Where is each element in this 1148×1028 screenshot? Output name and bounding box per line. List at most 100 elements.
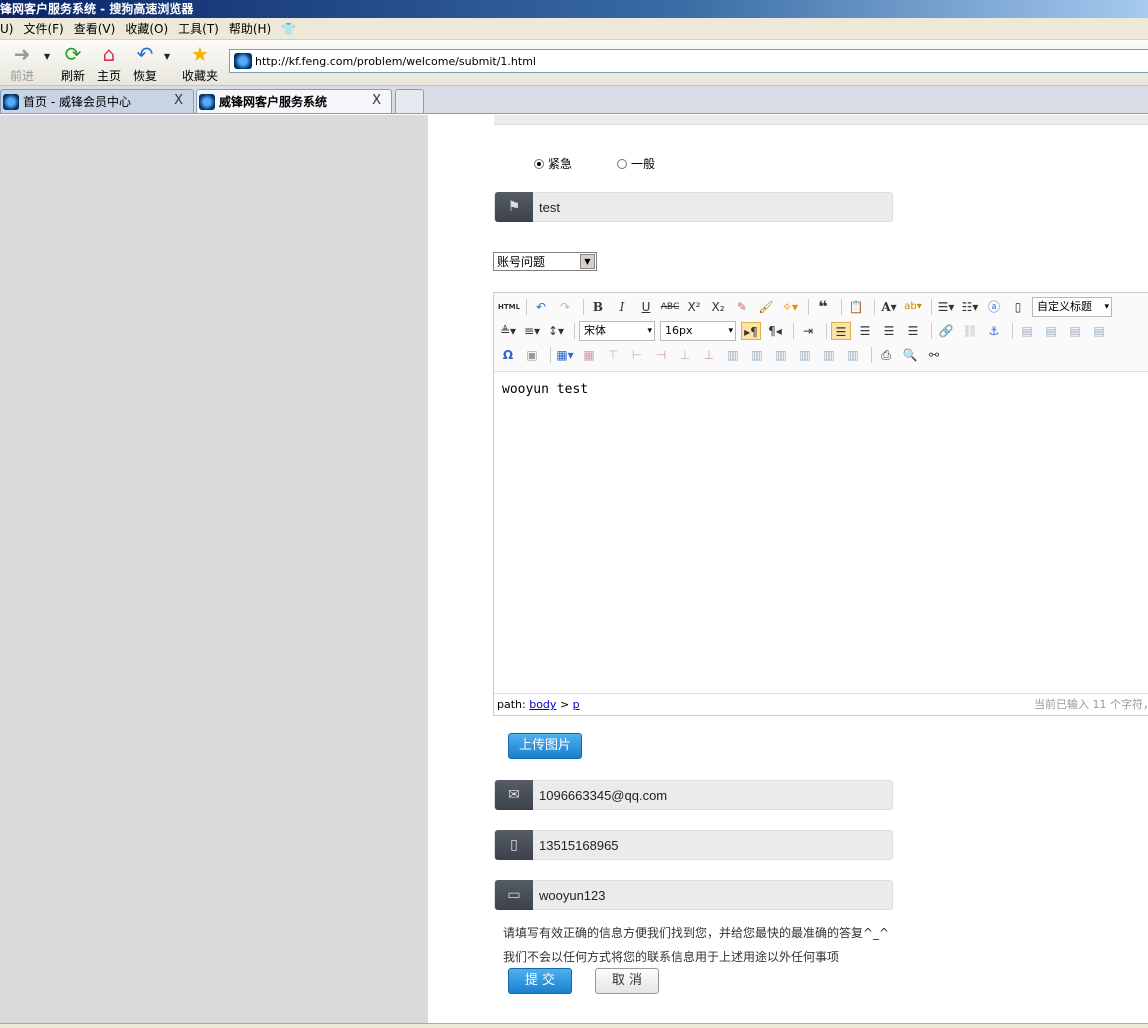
menu-item-file[interactable]: 文件(F): [23, 20, 63, 37]
image-none-icon[interactable]: ▤: [1017, 322, 1037, 340]
favorites-button[interactable]: ★ 收藏夹: [178, 42, 222, 84]
subscript-icon[interactable]: X₂: [708, 298, 728, 316]
chevron-down-icon[interactable]: ▼: [580, 254, 595, 269]
upload-image-button[interactable]: 上传图片: [508, 733, 582, 759]
new-tab-button[interactable]: [395, 89, 424, 113]
tab-bar: 首页 - 威锋会员中心 X 威锋网客户服务系统 X: [0, 86, 1148, 114]
image-icon[interactable]: ▣: [522, 346, 542, 364]
insert-col-icon[interactable]: ⊥: [675, 346, 695, 364]
split-rows-icon[interactable]: ▥: [819, 346, 839, 364]
tab-customer-service[interactable]: 威锋网客户服务系统 X: [196, 89, 392, 113]
rtl-icon[interactable]: ¶◂: [765, 322, 785, 340]
category-select[interactable]: 账号问题 ▼: [493, 252, 597, 271]
home-button[interactable]: ⌂ 主页: [89, 42, 129, 84]
image-left-icon[interactable]: ▤: [1041, 322, 1061, 340]
merge-cells-icon[interactable]: ▥: [723, 346, 743, 364]
ltr-icon[interactable]: ▸¶: [741, 322, 761, 340]
close-icon[interactable]: X: [174, 93, 183, 108]
image-right-icon[interactable]: ▤: [1065, 322, 1085, 340]
select-all-icon[interactable]: ⓐ: [984, 298, 1004, 316]
redo-icon[interactable]: ↷: [555, 298, 575, 316]
address-url[interactable]: http://kf.feng.com/problem/welcome/submi…: [255, 55, 536, 68]
link-icon[interactable]: 🔗: [936, 322, 956, 340]
anchor-icon[interactable]: ⚓: [984, 322, 1004, 340]
restore-button[interactable]: ↶ 恢复: [125, 42, 165, 84]
clear-doc-icon[interactable]: ▯: [1008, 298, 1028, 316]
paste-icon[interactable]: 📋: [846, 298, 866, 316]
align-justify-icon[interactable]: ☰: [903, 322, 923, 340]
align-right-icon[interactable]: ☰: [879, 322, 899, 340]
insert-paragraph-before-table-icon[interactable]: ⊤: [603, 346, 623, 364]
bold-icon[interactable]: B: [588, 298, 608, 316]
auto-format-icon[interactable]: ✧▾: [780, 298, 800, 316]
indent-icon[interactable]: ⇥: [798, 322, 818, 340]
id-card-icon: ▭: [495, 880, 533, 910]
underline-icon[interactable]: U: [636, 298, 656, 316]
font-color-icon[interactable]: A▾: [879, 298, 899, 316]
blockquote-icon[interactable]: ❝: [813, 298, 833, 316]
print-icon[interactable]: ⎙: [876, 346, 896, 364]
radio-checked-icon: [534, 158, 544, 169]
submit-button[interactable]: 提 交: [508, 968, 572, 994]
email-input[interactable]: [539, 787, 879, 803]
priority-normal-radio[interactable]: 一般: [617, 155, 655, 172]
font-family-select[interactable]: 宋体: [579, 321, 655, 341]
image-center-icon[interactable]: ▤: [1089, 322, 1109, 340]
restore-dropdown-icon[interactable]: ▼: [164, 52, 170, 61]
line-height-icon[interactable]: ↕▾: [546, 322, 566, 340]
delete-col-icon[interactable]: ⊥: [699, 346, 719, 364]
row-spacing-top-icon[interactable]: ≜▾: [498, 322, 518, 340]
tab-label: 首页 - 威锋会员中心: [23, 95, 131, 109]
eraser-icon[interactable]: ✎: [732, 298, 752, 316]
merge-right-icon[interactable]: ▥: [747, 346, 767, 364]
table-icon[interactable]: ▦▾: [555, 346, 575, 364]
split-cols-icon[interactable]: ▥: [843, 346, 863, 364]
align-left-icon[interactable]: ☰: [831, 322, 851, 340]
path-p-link[interactable]: p: [573, 698, 580, 711]
forward-dropdown-icon[interactable]: ▼: [44, 52, 50, 61]
font-size-select[interactable]: 16px: [660, 321, 736, 341]
preview-icon[interactable]: 🔍: [900, 346, 920, 364]
merge-down-icon[interactable]: ▥: [771, 346, 791, 364]
path-body-link[interactable]: body: [529, 698, 556, 711]
skin-icon[interactable]: 👕: [281, 22, 296, 36]
phone-input[interactable]: [539, 837, 879, 853]
menu-item-tools[interactable]: 工具(T): [178, 20, 219, 37]
title-input[interactable]: [539, 199, 879, 215]
menu-item-help[interactable]: 帮助(H): [229, 20, 271, 37]
refresh-button[interactable]: ⟳ 刷新: [53, 42, 93, 84]
forward-arrow-icon: ➜: [13, 42, 31, 66]
cancel-button[interactable]: 取 消: [595, 968, 659, 994]
insert-row-icon[interactable]: ⊢: [627, 346, 647, 364]
editor-body[interactable]: wooyun test: [502, 382, 588, 397]
align-center-icon[interactable]: ☰: [855, 322, 875, 340]
id-input[interactable]: [539, 887, 879, 903]
italic-icon[interactable]: I: [612, 298, 632, 316]
special-chars-icon[interactable]: Ω: [498, 346, 518, 364]
menu-item-view[interactable]: 查看(V): [74, 20, 116, 37]
menu-item-favorites[interactable]: 收藏(O): [125, 20, 168, 37]
strikethrough-icon[interactable]: ABC: [660, 298, 680, 316]
ordered-list-icon[interactable]: ☰▾: [936, 298, 956, 316]
unordered-list-icon[interactable]: ☷▾: [960, 298, 980, 316]
highlight-color-icon[interactable]: ab▾: [903, 298, 923, 316]
rich-text-editor: HTML ↶ ↷ B I U ABC X² X₂ ✎ 🖌 ✧▾ ❝ 📋 A▾ a…: [493, 292, 1148, 716]
tab-member-center[interactable]: 首页 - 威锋会员中心 X: [0, 89, 194, 113]
tab-label: 威锋网客户服务系统: [219, 95, 328, 109]
forward-button[interactable]: ➜ 前进: [2, 42, 42, 84]
undo-icon[interactable]: ↶: [531, 298, 551, 316]
superscript-icon[interactable]: X²: [684, 298, 704, 316]
row-spacing-bottom-icon[interactable]: ≡▾: [522, 322, 542, 340]
split-cells-icon[interactable]: ▥: [795, 346, 815, 364]
format-brush-icon[interactable]: 🖌: [756, 298, 776, 316]
close-icon[interactable]: X: [372, 93, 381, 108]
unlink-icon[interactable]: ⛓: [960, 322, 980, 340]
heading-select[interactable]: 自定义标题: [1032, 297, 1112, 317]
search-replace-icon[interactable]: ⚯: [924, 346, 944, 364]
delete-row-icon[interactable]: ⊣: [651, 346, 671, 364]
menu-item-prev[interactable]: U): [0, 22, 13, 36]
address-bar[interactable]: http://kf.feng.com/problem/welcome/submi…: [229, 49, 1148, 73]
delete-table-icon[interactable]: ▦: [579, 346, 599, 364]
priority-urgent-radio[interactable]: 紧急: [534, 155, 572, 172]
html-source-button[interactable]: HTML: [498, 298, 520, 316]
